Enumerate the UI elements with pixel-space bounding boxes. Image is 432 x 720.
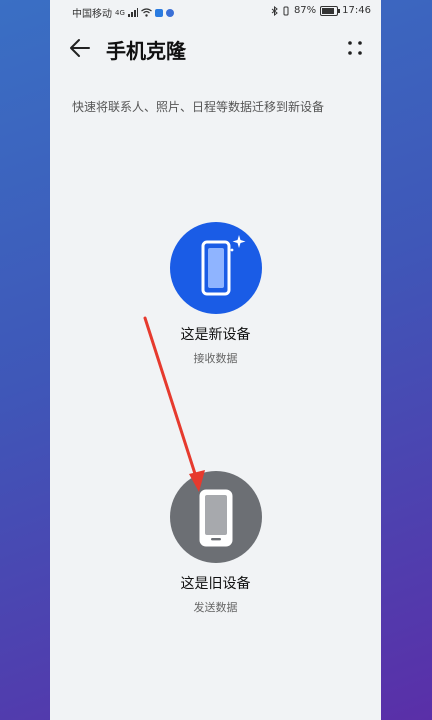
page-description: 快速将联系人、照片、日程等数据迁移到新设备 — [72, 100, 325, 114]
arrow-left-icon — [70, 39, 90, 57]
bluetooth-icon — [271, 5, 278, 16]
signal-icon — [127, 8, 138, 17]
status-left: 中国移动 4G — [72, 5, 174, 20]
new-device-icon-circle — [169, 222, 262, 314]
new-device-option[interactable]: 这是新设备 接收数据 — [50, 222, 381, 366]
page-title: 手机克隆 — [106, 39, 186, 63]
battery-icon — [320, 5, 341, 16]
clock: 17:46 — [342, 5, 371, 16]
app-notification-icon — [154, 8, 163, 17]
wifi-icon — [141, 8, 152, 17]
more-dots-icon — [348, 41, 362, 55]
new-device-desc: 接收数据 — [193, 352, 238, 365]
phone-sparkle-icon — [201, 235, 245, 296]
battery-fill — [322, 7, 335, 14]
battery-percent: 87% — [293, 5, 317, 16]
status-right: 87% 17:46 — [271, 5, 371, 16]
old-device-desc: 发送数据 — [193, 601, 238, 614]
back-button[interactable] — [68, 36, 96, 60]
old-device-icon-circle — [169, 471, 262, 563]
phone-screen: 中国移动 4G 87% 17:46 手机克隆 快速将联系人、照片、日程等数据迁移… — [50, 0, 381, 720]
status-bar: 中国移动 4G 87% 17:46 — [50, 0, 381, 24]
old-device-option[interactable]: 这是旧设备 发送数据 — [50, 471, 381, 615]
more-options-button[interactable] — [343, 36, 367, 60]
carrier-label: 中国移动 — [72, 9, 112, 20]
phone-icon — [199, 489, 232, 547]
vibrate-icon — [283, 6, 289, 15]
network-label: 4G — [115, 8, 125, 17]
app-notification-icon-2 — [165, 8, 174, 17]
new-device-title: 这是新设备 — [180, 327, 251, 343]
header: 手机克隆 — [50, 28, 381, 68]
old-device-title: 这是旧设备 — [180, 576, 251, 592]
